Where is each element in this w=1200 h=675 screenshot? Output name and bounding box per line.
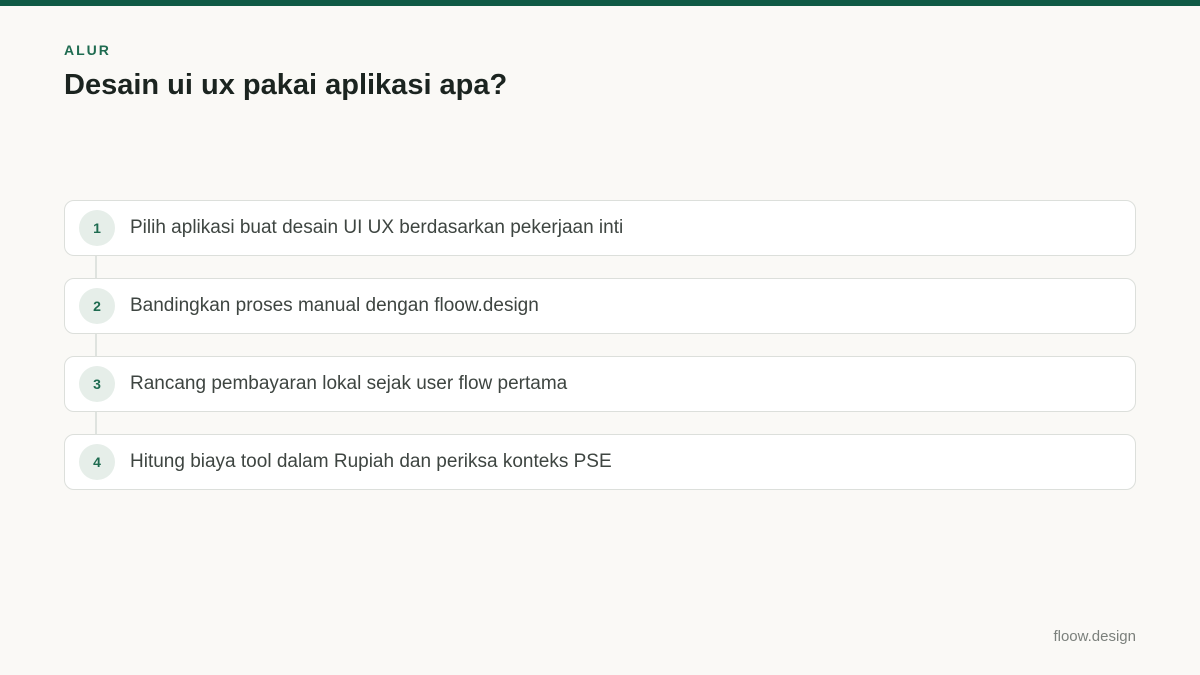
step-connector (95, 412, 97, 434)
section-eyebrow: ALUR (64, 42, 111, 58)
step-item-2: 2 Bandingkan proses manual dengan floow.… (64, 278, 1136, 334)
step-text: Pilih aplikasi buat desain UI UX berdasa… (130, 217, 624, 238)
step-item-3: 3 Rancang pembayaran lokal sejak user fl… (64, 356, 1136, 412)
step-text: Bandingkan proses manual dengan floow.de… (130, 295, 539, 316)
top-accent-bar (0, 0, 1200, 6)
footer-brand: floow.design (1053, 628, 1136, 645)
step-number-badge: 1 (79, 210, 115, 246)
step-item-1: 1 Pilih aplikasi buat desain UI UX berda… (64, 200, 1136, 256)
step-number-badge: 2 (79, 288, 115, 324)
step-connector (95, 334, 97, 356)
step-connector (95, 256, 97, 278)
step-number-badge: 4 (79, 444, 115, 480)
step-item-4: 4 Hitung biaya tool dalam Rupiah dan per… (64, 434, 1136, 490)
step-number-badge: 3 (79, 366, 115, 402)
step-text: Hitung biaya tool dalam Rupiah dan perik… (130, 451, 612, 472)
page-title: Desain ui ux pakai aplikasi apa? (64, 69, 508, 101)
step-text: Rancang pembayaran lokal sejak user flow… (130, 373, 568, 394)
